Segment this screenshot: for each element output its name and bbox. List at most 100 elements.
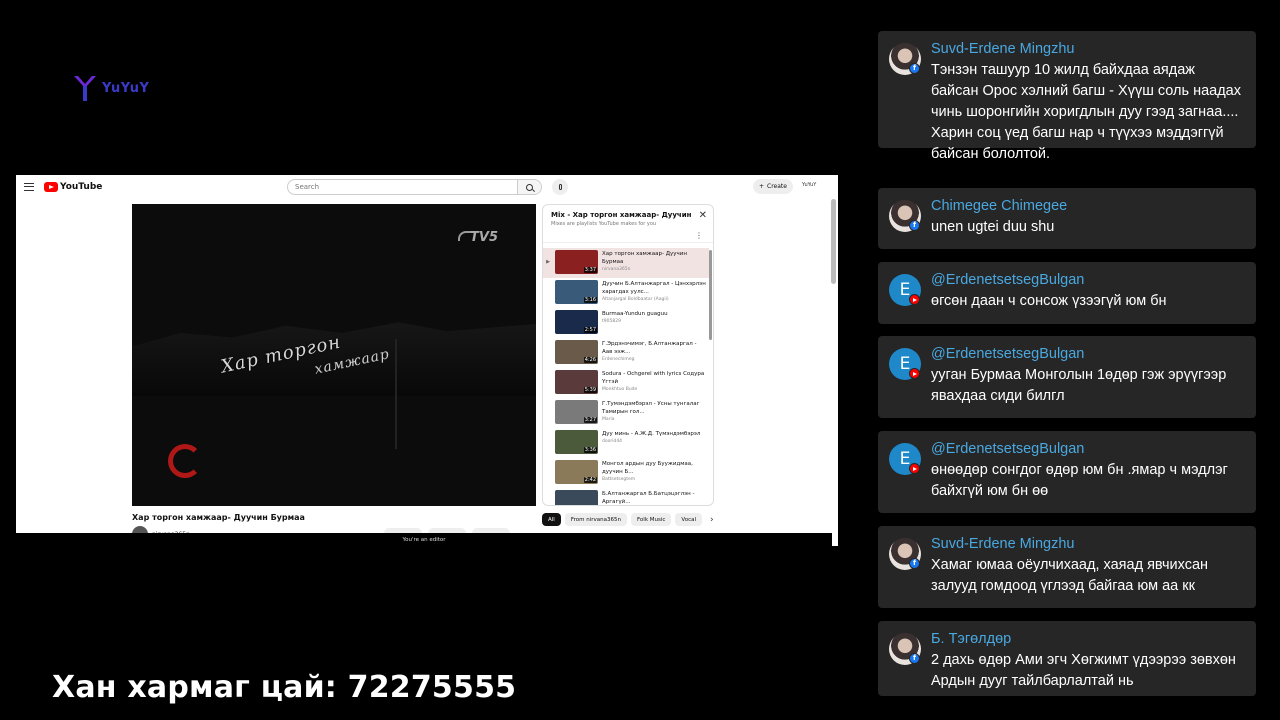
mix-item-title[interactable]: Г.Тумэндэмбэрэл - Усны тунгалаг Тамирын … [602,400,706,416]
mix-item-meta: Дуучин Б.Алтанжаргал - Цэнхэрлэн харагда… [602,280,706,303]
filter-chip[interactable]: From nirvana365n [564,513,627,526]
mix-item[interactable]: 4:26 Г.Эрдэнэчимэг, Б.Алтанжаргал - Аав э… [543,338,709,368]
close-icon[interactable]: ✕ [699,211,707,221]
mix-item-title[interactable]: Г.Эрдэнэчимэг, Б.Алтанжаргал - Аав ээж..… [602,340,706,356]
page-scrollbar[interactable] [831,199,836,284]
mix-item-index: ▶ [546,259,550,265]
mix-item-index [545,280,551,289]
microphone-icon [558,184,562,190]
tv5-watermark: TV5 [470,230,498,245]
mix-subtitle: Mixes are playlists YouTube makes for yo… [551,221,657,227]
related-chips: All From nirvana365n Folk Music Vocal › [542,513,714,526]
mix-item-channel: t905829 [602,319,621,324]
mix-item-duration: 3:36 [583,447,597,453]
more-options-icon[interactable]: ⋮ [695,232,703,240]
create-label: Create [767,183,787,190]
mix-item[interactable]: 2:42 Монгол ардын дуу Буужидмаа, дуучин Б… [543,458,709,488]
chat-message: f Б. Тэгөлдөр 2 дахь өдөр Ами эгч Хөгжимт … [878,621,1256,696]
mix-item[interactable]: 5:39 Sodura - Ochgerel with lyrics Содура… [543,368,709,398]
search-input[interactable] [288,180,517,194]
mix-item-channel: doorid44 [602,439,623,444]
chat-message: f Suvd-Erdene Mingzhu Хамаг юмаа оёулчихаа… [878,526,1256,608]
mix-item-title[interactable]: Дуу минь - А.Ж.Д. Түмэндэмбэрэл [602,430,706,438]
mix-item-thumbnail[interactable]: 3:36 [555,430,598,454]
mix-item-thumbnail[interactable]: 2:57 [555,310,598,334]
mix-item-duration: 2:42 [583,477,597,483]
chat-text: өгсөн даан ч сонсож үзээгүй юм бн [931,293,1167,309]
chat-author: Suvd-Erdene Mingzhu [931,41,1075,57]
menu-icon[interactable] [24,183,34,191]
mix-item-channel: Altanjargal Boldbaatar (Aagii) [602,297,669,302]
plus-icon: + [759,183,765,190]
search-button[interactable] [517,180,541,194]
mix-item[interactable]: Б.Алтанжаргал Б.Батцэцэглэн - Аргагүй... [543,488,709,505]
chat-message: f Suvd-Erdene Mingzhu Тэнзэн ташуур 10 жил… [878,31,1256,162]
chevron-right-icon[interactable]: › [710,515,714,525]
filter-chip[interactable]: Folk Music [630,513,672,526]
mix-header: Mix - Хар торгон хамжаар- Дуучин Бурмаа … [543,205,713,243]
mix-item[interactable]: 3:27 Г.Тумэндэмбэрэл - Усны тунгалаг Тами… [543,398,709,428]
mix-item-thumbnail[interactable]: 4:26 [555,340,598,364]
mix-item-thumbnail[interactable]: 3:37 [555,250,598,274]
mix-item-thumbnail[interactable]: 2:42 [555,460,598,484]
mix-item-title[interactable]: Burmaa-Yundun guaguu [602,310,706,318]
mix-item-index [545,310,551,319]
mix-item[interactable]: 3:36 Дуу минь - А.Ж.Д. Түмэндэмбэрэл doori… [543,428,709,458]
mix-item-thumbnail[interactable]: 3:16 [555,280,598,304]
youtube-play-icon [44,182,58,192]
mix-item-thumbnail[interactable] [555,490,598,505]
mix-item-title[interactable]: Б.Алтанжаргал Б.Батцэцэглэн - Аргагүй... [602,490,706,505]
mix-item-meta: Хар торгон хамжаар- Дуучин Бурмаа nirvana… [602,250,706,273]
chat-text: ууган Бурмаа Монголын 1өдөр гэж эрүүгээр… [931,367,1227,404]
chat-text: Тэнзэн ташуур 10 жилд байхдаа аядаж байс… [931,62,1241,162]
account-avatar[interactable]: YuYuY [802,182,816,188]
mix-item-channel: Erdenechimeg [602,357,635,362]
video-title: Хар торгон хамжаар- Дуучин Бурмаа [132,513,305,522]
mix-item-index [545,400,551,409]
mix-item-title[interactable]: Sodura - Ochgerel with lyrics Содура Үгт… [602,370,706,386]
mix-item-channel: Maria [602,417,615,422]
mix-item-index [545,430,551,439]
facebook-icon: f [909,63,920,74]
mix-item-index [545,490,551,499]
mix-item-meta: Г.Тумэндэмбэрэл - Усны тунгалаг Тамирын … [602,400,706,423]
mix-scrollbar[interactable] [709,250,712,340]
mix-item[interactable]: ▶ 3:37 Хар торгон хамжаар- Дуучин Бурмаа ni… [543,248,709,278]
mix-item-duration: 2:57 [583,327,597,333]
chat-author: Chimegee Chimegee [931,198,1068,214]
create-button[interactable]: + Create [753,179,793,194]
mix-item[interactable]: 2:57 Burmaa-Yundun guaguu t905829 [543,308,709,338]
promo-caption: Хан хармаг цай: 72275555 [52,670,517,705]
mix-item-thumbnail[interactable]: 3:27 [555,400,598,424]
chat-text: unen ugtei duu shu [931,219,1055,235]
mix-list: ▶ 3:37 Хар торгон хамжаар- Дуучин Бурмаа ni… [543,248,709,505]
mix-item[interactable]: 3:16 Дуучин Б.Алтанжаргал - Цэнхэрлэн хар… [543,278,709,308]
mix-item-title[interactable]: Дуучин Б.Алтанжаргал - Цэнхэрлэн харагда… [602,280,706,296]
facebook-icon: f [909,653,920,664]
mix-item-thumbnail[interactable]: 5:39 [555,370,598,394]
video-player[interactable]: TV5 Хар торгон хамжаар [132,204,536,506]
mix-item-meta: Г.Эрдэнэчимэг, Б.Алтанжаргал - Аав ээж..… [602,340,706,363]
filter-chip[interactable]: Vocal [675,513,703,526]
mix-title: Mix - Хар торгон хамжаар- Дуучин Бурмаа [551,211,691,219]
mix-item-duration: 3:27 [583,417,597,423]
voice-search-button[interactable] [552,179,568,195]
chat-text: өнөөдөр сонгдог өдөр юм бн .ямар ч мэдлэ… [931,462,1228,499]
filter-chip[interactable]: All [542,513,561,526]
mix-item-index [545,460,551,469]
youtube-logo[interactable]: YouTube [44,182,102,192]
chat-author: Suvd-Erdene Mingzhu [931,536,1075,552]
mix-item-meta: Burmaa-Yundun guaguu t905829 [602,310,706,325]
mix-item-title[interactable]: Хар торгон хамжаар- Дуучин Бурмаа [602,250,706,266]
y-logo-icon [72,74,98,102]
mix-item-channel: Monkhtuo Bude [602,387,638,392]
mix-item-title[interactable]: Монгол ардын дуу Буужидмаа, дуучин Б... [602,460,706,476]
mix-item-index [545,370,551,379]
mix-item-channel: nirvana365n [602,267,631,272]
channel-e-logo-icon [168,444,202,478]
chat-author: Б. Тэгөлдөр [931,631,1012,647]
youtube-icon [909,294,920,305]
mix-item-index [545,340,551,349]
search-box [287,179,542,195]
search-icon [526,183,533,191]
